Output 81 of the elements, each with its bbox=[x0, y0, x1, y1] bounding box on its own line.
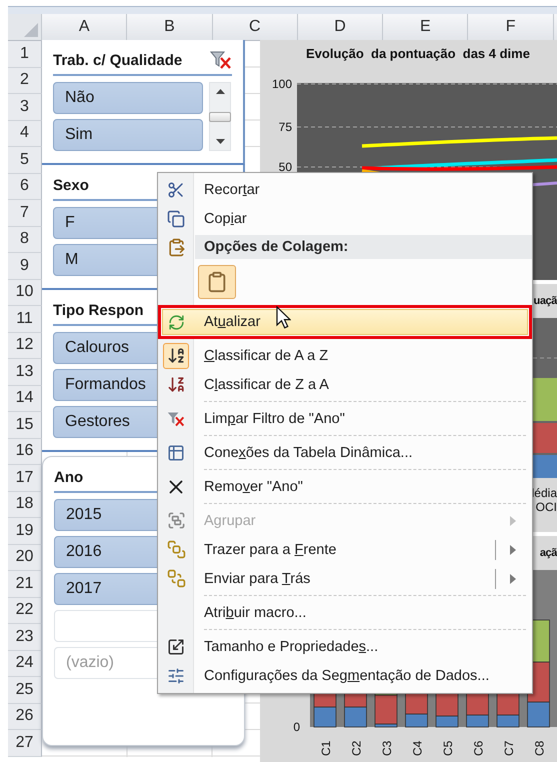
sort-ascending-icon bbox=[166, 346, 186, 365]
axis-category-label: C5 bbox=[441, 740, 455, 756]
scrollbar[interactable] bbox=[209, 82, 231, 151]
scroll-thumb[interactable] bbox=[209, 112, 231, 122]
slicer-title: Sexo bbox=[53, 176, 89, 194]
row-header[interactable]: 12 bbox=[8, 332, 42, 359]
scissors-icon bbox=[167, 180, 185, 198]
chart-title: açã bbox=[540, 547, 557, 559]
row-header[interactable]: 4 bbox=[8, 120, 42, 147]
copy-icon bbox=[167, 210, 185, 228]
row-header[interactable]: 18 bbox=[8, 492, 42, 518]
column-header[interactable]: E bbox=[383, 14, 468, 41]
row-header[interactable]: 19 bbox=[8, 518, 42, 544]
menu-item[interactable]: Remover "Ano" bbox=[158, 472, 532, 501]
row-header[interactable]: 10 bbox=[8, 280, 42, 306]
row-header[interactable]: 9 bbox=[8, 253, 42, 280]
paste-option-button[interactable] bbox=[198, 265, 236, 299]
axis-category-label: C1 bbox=[319, 740, 333, 756]
legend-label: OCI bbox=[536, 500, 557, 514]
row-header[interactable]: 22 bbox=[8, 598, 42, 624]
refresh-icon bbox=[168, 314, 184, 330]
row-header[interactable]: 11 bbox=[8, 306, 42, 332]
axis-tick-label: 50 bbox=[278, 160, 292, 174]
slicer-title: Tipo Respon bbox=[53, 302, 144, 318]
row-header[interactable]: 16 bbox=[8, 438, 42, 465]
axis-category-label: C7 bbox=[502, 740, 516, 756]
axis-category-label: C2 bbox=[350, 740, 364, 756]
clear-filter-icon bbox=[167, 410, 185, 428]
row-header[interactable]: 15 bbox=[8, 412, 42, 438]
clear-filter-icon[interactable] bbox=[210, 51, 232, 69]
menu-section-header: Opções de Colagem: bbox=[195, 235, 532, 259]
menu-item[interactable]: Atualizar bbox=[158, 305, 532, 339]
chart-title: uaçã bbox=[534, 295, 557, 307]
axis-category-label: C6 bbox=[472, 740, 486, 756]
clipboard-icon bbox=[166, 238, 186, 256]
row-header[interactable]: 25 bbox=[8, 677, 42, 704]
slicer-item[interactable]: Sim bbox=[53, 119, 203, 151]
settings-icon bbox=[167, 666, 185, 684]
menu-item[interactable]: Conexões da Tabela Dinâmica... bbox=[158, 438, 532, 467]
table-icon bbox=[167, 444, 185, 462]
row-header[interactable]: 23 bbox=[8, 624, 42, 650]
row-header[interactable]: 7 bbox=[8, 200, 42, 226]
row-header[interactable]: 14 bbox=[8, 386, 42, 412]
column-header[interactable]: A bbox=[42, 14, 128, 41]
row-header[interactable]: 6 bbox=[8, 174, 42, 200]
slicer-title: Trab. c/ Qualidade bbox=[53, 52, 182, 68]
row-header[interactable]: 3 bbox=[8, 94, 42, 120]
row-header[interactable]: 13 bbox=[8, 359, 42, 386]
menu-item[interactable]: Recortar bbox=[158, 175, 532, 204]
column-header[interactable]: C bbox=[212, 14, 298, 41]
axis-category-label: C3 bbox=[380, 740, 394, 756]
axis-tick-label: 75 bbox=[278, 120, 292, 134]
column-header[interactable]: D bbox=[298, 14, 384, 41]
chart-title: Evolução da pontuação das 4 dime bbox=[306, 46, 530, 61]
mouse-pointer-icon bbox=[276, 306, 291, 329]
column-header[interactable]: F bbox=[468, 14, 554, 41]
slicer-title: Ano bbox=[54, 468, 84, 486]
row-header[interactable]: 24 bbox=[8, 650, 42, 677]
sort-descending-icon bbox=[166, 375, 186, 394]
axis-tick-label: 100 bbox=[272, 77, 292, 91]
layers-front-icon bbox=[166, 540, 186, 559]
row-header[interactable]: 1 bbox=[8, 41, 42, 68]
resize-icon bbox=[167, 638, 185, 656]
row-header[interactable]: 5 bbox=[8, 147, 42, 174]
row-header[interactable]: 26 bbox=[8, 704, 42, 730]
scroll-down-icon bbox=[216, 139, 224, 144]
row-header[interactable]: 8 bbox=[8, 226, 42, 253]
axis-category-label: C4 bbox=[410, 740, 424, 756]
slicer-item[interactable]: Não bbox=[53, 82, 203, 114]
axis-category-label: C8 bbox=[532, 740, 546, 756]
column-header[interactable]: B bbox=[127, 14, 213, 41]
row-header[interactable]: 27 bbox=[8, 730, 42, 756]
row-header[interactable]: 20 bbox=[8, 544, 42, 571]
axis-tick-label: 0 bbox=[293, 720, 300, 734]
row-header[interactable]: 2 bbox=[8, 68, 42, 94]
group-icon bbox=[166, 511, 186, 530]
layers-back-icon bbox=[166, 569, 186, 588]
clipboard-icon bbox=[206, 271, 228, 293]
scroll-up-icon bbox=[216, 89, 224, 94]
row-header[interactable]: 17 bbox=[8, 465, 42, 492]
row-header[interactable]: 21 bbox=[8, 571, 42, 598]
